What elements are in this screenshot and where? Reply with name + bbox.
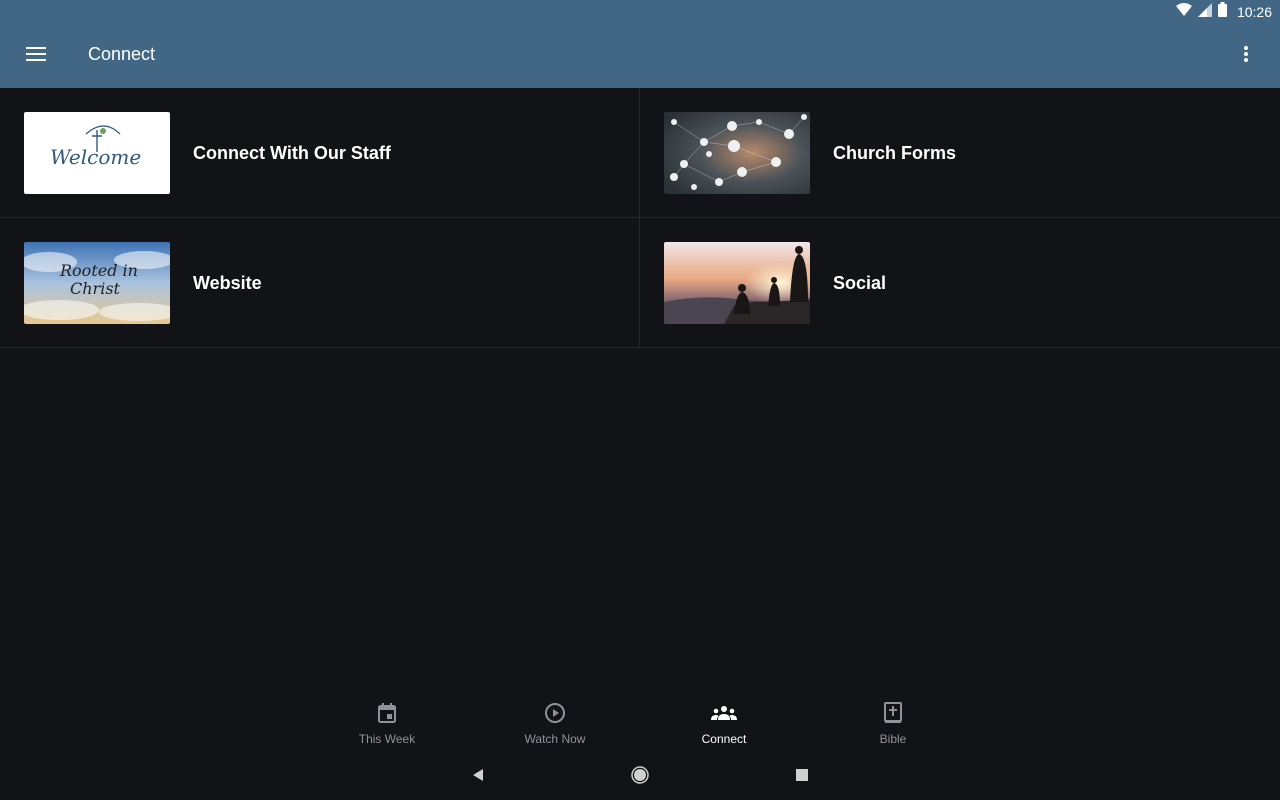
recents-button[interactable] xyxy=(790,766,814,788)
nav-this-week[interactable]: This Week xyxy=(327,702,447,750)
welcome-thumb-text: Welcome xyxy=(50,145,141,169)
home-circle-icon xyxy=(631,765,649,789)
tile-label: Church Forms xyxy=(833,143,957,163)
status-bar: 10:26 xyxy=(0,0,1280,24)
tile-label: Connect With Our Staff xyxy=(193,143,391,163)
bible-icon xyxy=(882,702,904,729)
battery-icon xyxy=(1217,2,1227,22)
tile-label: Website xyxy=(193,273,262,293)
recents-square-icon xyxy=(796,768,808,786)
calendar-icon xyxy=(376,702,398,729)
nav-connect[interactable]: Connect xyxy=(664,702,784,750)
page-title: Connect xyxy=(88,44,156,64)
nav-label: Bible xyxy=(879,732,907,746)
menu-button[interactable] xyxy=(16,36,56,76)
nav-label: Connect xyxy=(701,732,747,746)
cell-signal-icon xyxy=(1197,2,1212,22)
thumb-text-line2: Christ xyxy=(70,279,121,298)
hamburger-menu-icon xyxy=(26,46,46,67)
more-vert-icon xyxy=(1244,45,1248,67)
app-bar: Connect xyxy=(0,24,1280,88)
home-button[interactable] xyxy=(628,765,652,789)
nav-watch-now[interactable]: Watch Now xyxy=(495,702,615,750)
nav-label: This Week xyxy=(358,732,416,746)
rooted-in-christ-thumbnail: Rooted in Christ xyxy=(24,242,170,324)
app-screen: 10:26 Connect Welcome Connect With Our S… xyxy=(0,0,1280,800)
welcome-thumbnail: Welcome xyxy=(24,112,170,194)
tile-church-forms[interactable]: Church Forms xyxy=(640,88,1280,218)
overflow-menu-button[interactable] xyxy=(1226,36,1266,76)
nav-bible[interactable]: Bible xyxy=(833,702,953,750)
nav-label: Watch Now xyxy=(524,732,586,746)
connect-grid: Welcome Connect With Our Staff Church Fo… xyxy=(0,88,1280,348)
system-navigation-bar xyxy=(0,754,1280,800)
network-thumbnail xyxy=(664,112,810,194)
tile-social[interactable]: Social xyxy=(640,218,1280,348)
bottom-navigation: This Week Watch Now Connect Bible xyxy=(0,696,1280,754)
play-circle-icon xyxy=(544,702,566,729)
wifi-icon xyxy=(1175,2,1192,22)
tile-label: Social xyxy=(833,273,887,293)
tile-connect-with-our-staff[interactable]: Welcome Connect With Our Staff xyxy=(0,88,640,218)
group-icon xyxy=(711,702,737,729)
sunset-thumbnail xyxy=(664,242,810,324)
back-triangle-icon xyxy=(471,768,485,787)
status-time: 10:26 xyxy=(1236,4,1272,20)
back-button[interactable] xyxy=(466,766,490,788)
thumb-text-line1: Rooted in xyxy=(59,261,138,280)
tile-website[interactable]: Rooted in Christ Website xyxy=(0,218,640,348)
